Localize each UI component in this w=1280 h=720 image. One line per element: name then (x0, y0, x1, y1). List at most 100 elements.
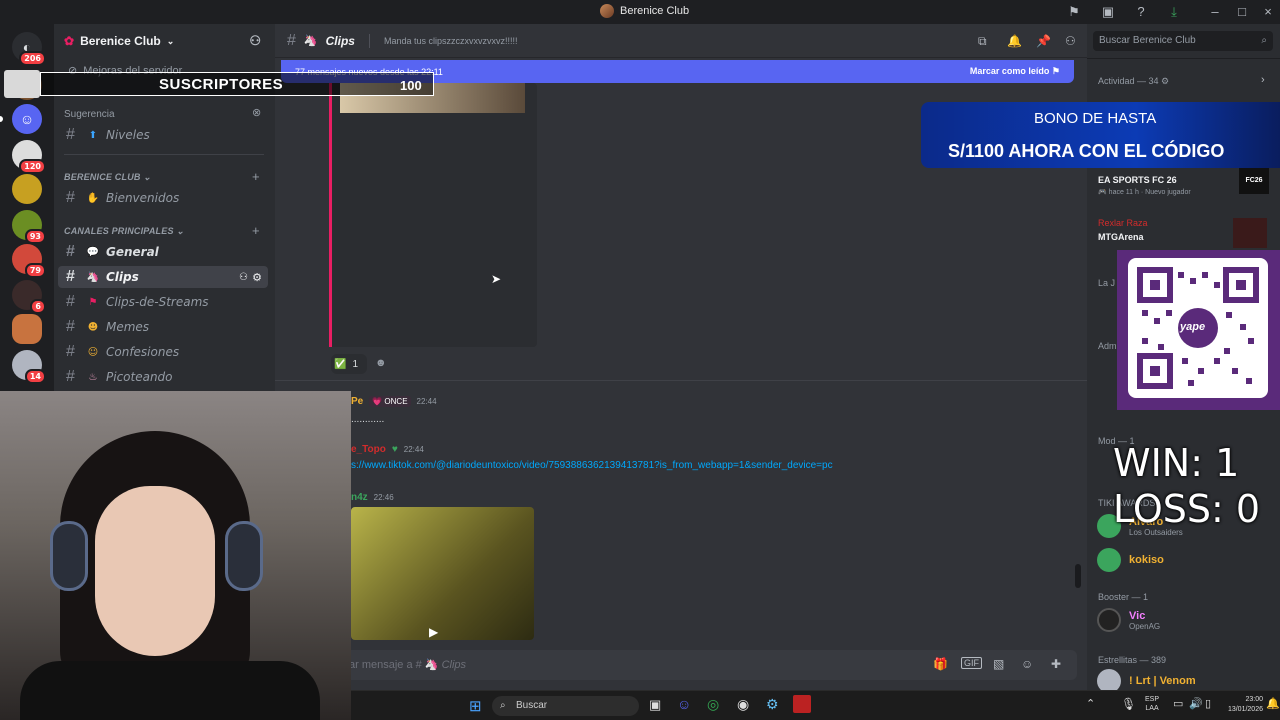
microphone-icon[interactable]: 🎙 (1121, 697, 1136, 711)
channel-general[interactable]: # 💬 General (58, 241, 268, 263)
waving-hand-icon: ✋ (86, 192, 100, 204)
download-icon[interactable]: ⤓ (1166, 4, 1182, 20)
server-header[interactable]: ✿ Berenice Club ⌄ ⚇ (54, 24, 275, 58)
guild-icon[interactable]: 14 (12, 350, 46, 384)
channel-clips-de-streams[interactable]: # ⚑ Clips-de-Streams (58, 291, 268, 313)
chevron-right-icon[interactable]: › (1261, 74, 1265, 86)
video-embed[interactable] (332, 83, 537, 347)
divider (64, 154, 264, 155)
chevron-up-icon[interactable]: ⌃ (1086, 697, 1095, 710)
minimize-icon[interactable]: – (1207, 4, 1223, 20)
channel-niveles[interactable]: # ⬆ Niveles (58, 124, 268, 146)
add-reaction-icon[interactable]: ☻ (375, 357, 387, 369)
windows-start-icon[interactable]: ⊞ (469, 697, 482, 715)
flag-icon: ⚑ (88, 296, 98, 308)
guild-icon[interactable]: 93 (12, 210, 46, 244)
search-input[interactable]: Buscar Berenice Club ⌕ (1093, 31, 1273, 51)
channel-memes[interactable]: # ☻ Memes (58, 316, 268, 338)
hash-icon: # (287, 31, 296, 49)
unread-badge: 120 (19, 159, 46, 174)
member-kokiso[interactable]: kokiso (1097, 548, 1164, 572)
network-icon[interactable]: ▭ (1173, 697, 1183, 710)
gear-icon[interactable]: ⚙ (252, 271, 262, 284)
message-link[interactable]: s://www.tiktok.com/@diariodeuntoxico/vid… (351, 460, 833, 471)
activity-card-ea[interactable]: EA SPORTS FC 26 🎮 hace 11 h · Nuevo juga… (1093, 164, 1273, 204)
direct-messages-icon[interactable]: ◐ 206 (12, 32, 46, 66)
unread-badge: 79 (24, 263, 46, 278)
battery-icon[interactable]: ▯ (1205, 697, 1211, 710)
clock[interactable]: 23:00 13/01/2026 (1219, 695, 1263, 715)
notification-icon[interactable]: 🔔 (1266, 697, 1280, 710)
win-loss-overlay: WIN: 1 LOSS: 0 (1113, 440, 1280, 531)
author-name[interactable]: e_Topo (351, 444, 386, 455)
language-indicator[interactable]: ESP LAA (1145, 695, 1159, 713)
guild-icon[interactable] (12, 174, 42, 204)
taskbar-search[interactable]: ⌕ Buscar (492, 696, 639, 716)
guild-icon[interactable]: 6 (12, 280, 46, 314)
guild-icon[interactable]: 79 (12, 244, 46, 278)
activity-section[interactable]: Actividad — 34 ⚙ (1098, 76, 1169, 87)
obs-icon[interactable]: ◉ (737, 696, 749, 713)
dismiss-icon[interactable]: ⊗ (252, 106, 261, 119)
apps-icon[interactable]: ✚ (1051, 657, 1061, 671)
guild-icon-berenice[interactable] (12, 314, 42, 344)
screen-share-icon[interactable]: ▣ (1100, 4, 1116, 20)
search-icon: ⌕ (500, 700, 506, 711)
add-channel-icon[interactable]: + (252, 223, 260, 238)
help-icon[interactable]: ? (1133, 4, 1149, 20)
chat-header: # 🦄 Clips Manda tus clipszzczxvxvzvxvz!!… (275, 24, 1087, 58)
pin-icon[interactable]: 📌 (1036, 34, 1051, 48)
author-name[interactable]: Pe (351, 396, 363, 407)
maximize-icon[interactable]: □ (1234, 4, 1250, 20)
qr-code: yape (1128, 258, 1268, 398)
speech-bubble-icon: 💬 (86, 246, 100, 258)
channel-topic[interactable]: Manda tus clipszzczxvxvzvxvz!!!!! (384, 36, 518, 46)
channel-clips[interactable]: # 🦄 Clips ⚇ ⚙ (58, 266, 268, 288)
face-icon: ☺ (87, 346, 99, 358)
task-view-icon[interactable]: ▣ (649, 697, 661, 713)
activity-card-mtg[interactable]: Rexlar Raza MTGArena (1093, 214, 1273, 250)
play-icon[interactable]: ▶ (429, 625, 438, 639)
guild-icon[interactable]: 120 (12, 140, 46, 174)
category-canales-principales[interactable]: CANALES PRINCIPALES ⌄ (64, 226, 184, 237)
promo-line1: BONO DE HASTA (1034, 110, 1157, 127)
channel-bienvenidos[interactable]: # ✋ Bienvenidos (58, 187, 268, 209)
unread-badge: 206 (19, 51, 46, 66)
timestamp: 22:46 (373, 493, 394, 502)
emoji-icon[interactable]: ☺ (1021, 657, 1033, 671)
unread-badge: 6 (30, 299, 46, 314)
discord-bot-guild-icon[interactable]: ☺ (12, 104, 42, 134)
member-vic[interactable]: Vic OpenAG (1097, 608, 1160, 632)
dota-icon[interactable] (793, 695, 811, 713)
video-attachment[interactable]: ▶ (351, 507, 534, 640)
flag-icon[interactable]: ⚑ (1066, 4, 1082, 20)
discord-app-icon[interactable]: ☺ (677, 696, 691, 712)
channel-picoteando[interactable]: # ♨ Picoteando (58, 366, 268, 388)
server-name: Berenice Club (80, 34, 161, 48)
invite-icon[interactable]: ⚇ (239, 272, 248, 283)
threads-icon[interactable]: ⧉ (978, 34, 987, 49)
category-berenice-club[interactable]: BERENICE CLUB ⌄ (64, 172, 151, 183)
gift-icon[interactable]: 🎁 (933, 657, 948, 671)
mark-as-read-button[interactable]: Marcar como leído ⚑ (970, 66, 1060, 77)
add-channel-icon[interactable]: + (252, 169, 260, 184)
volume-icon[interactable]: 🔊 (1189, 697, 1203, 710)
reaction-chip[interactable]: ✅ 1 (331, 354, 367, 374)
message-composer[interactable]: ar mensaje a # 🦄 Clips 🎁 GIF ▧ ☺ ✚ (337, 650, 1077, 680)
steam-icon[interactable]: ⚙ (766, 696, 779, 713)
chrome-icon[interactable]: ◎ (707, 696, 719, 713)
unicorn-icon: 🦄 (424, 659, 439, 671)
avatar (1097, 548, 1121, 572)
bell-icon[interactable]: 🔔 (1007, 34, 1022, 48)
close-icon[interactable]: × (1260, 4, 1276, 20)
channel-confesiones[interactable]: # ☺ Confesiones (58, 341, 268, 363)
divider (1087, 58, 1280, 59)
gif-icon[interactable]: GIF (961, 657, 982, 669)
hash-icon: # (66, 268, 75, 285)
scrollbar-thumb[interactable] (1075, 564, 1081, 588)
sticker-icon[interactable]: ▧ (993, 657, 1004, 671)
invite-people-icon[interactable]: ⚇ (249, 33, 261, 49)
server-avatar-icon (600, 4, 614, 18)
author-name[interactable]: n4z (351, 492, 368, 503)
member-list-icon[interactable]: ⚇ (1065, 34, 1076, 48)
